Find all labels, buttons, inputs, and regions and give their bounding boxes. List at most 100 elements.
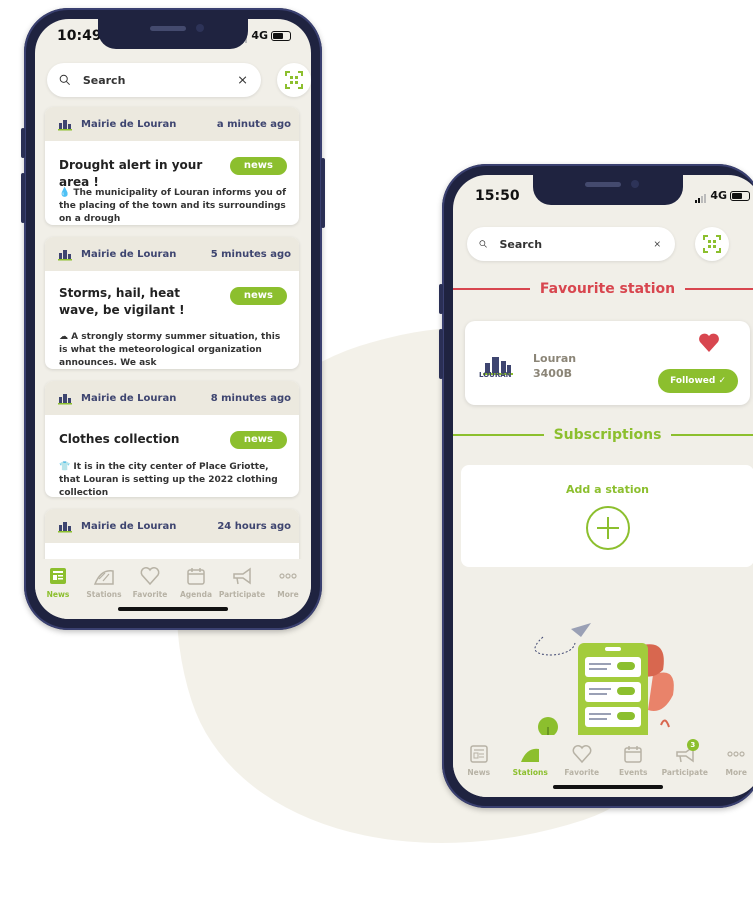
card-header: Mairie de Louran 8 minutes ago bbox=[45, 381, 299, 415]
tab-bar: News Stations Favorite Agenda Participat… bbox=[35, 565, 311, 599]
card-time: a minute ago bbox=[216, 118, 291, 130]
tab-stations[interactable]: Stations bbox=[508, 743, 552, 777]
tab-news[interactable]: News bbox=[457, 743, 501, 777]
station-code: 3400B bbox=[533, 367, 572, 380]
card-header: Mairie de Louran 5 minutes ago bbox=[45, 237, 299, 271]
search-bar[interactable] bbox=[47, 63, 261, 97]
card-title: Storms, hail, heat wave, be vigilant ! bbox=[59, 286, 185, 317]
news-tag: news bbox=[229, 431, 287, 449]
clear-icon[interactable] bbox=[654, 237, 661, 251]
card-title: Clothes collection bbox=[59, 432, 180, 446]
news-tag: news bbox=[229, 157, 287, 175]
screen: 10:49 ➚ 4G Mairie de Louran a minute ago bbox=[35, 19, 311, 619]
tab-stations[interactable]: Stations bbox=[82, 565, 126, 599]
home-indicator[interactable] bbox=[118, 607, 228, 611]
tab-label: Participate bbox=[661, 768, 708, 777]
calendar-icon bbox=[187, 568, 205, 585]
screen: 15:50 4G Favourite station LOURAN bbox=[453, 175, 753, 797]
subscriptions-title: Subscriptions bbox=[553, 427, 662, 443]
card-source: Mairie de Louran bbox=[81, 392, 177, 404]
subscriptions-header: Subscriptions bbox=[453, 427, 753, 443]
phone-illustration bbox=[534, 623, 674, 745]
notch bbox=[532, 175, 683, 205]
followed-button[interactable]: Followed ✓ bbox=[658, 369, 738, 393]
tab-news[interactable]: News bbox=[36, 565, 80, 599]
card-time: 24 hours ago bbox=[217, 520, 291, 532]
qr-scan-icon bbox=[285, 71, 303, 89]
tab-events[interactable]: Events bbox=[611, 743, 655, 777]
town-logo-icon bbox=[58, 250, 72, 261]
status-time: 15:50 bbox=[475, 188, 520, 204]
newspaper-icon bbox=[470, 745, 488, 763]
tab-label: Stations bbox=[86, 590, 122, 599]
qr-scan-button[interactable] bbox=[277, 63, 311, 97]
newspaper-icon bbox=[50, 568, 66, 584]
card-source: Mairie de Louran bbox=[81, 118, 177, 130]
network-label: 4G bbox=[251, 29, 268, 42]
favourite-header: Favourite station bbox=[453, 281, 753, 297]
card-source: Mairie de Louran bbox=[81, 520, 177, 532]
search-input[interactable] bbox=[80, 72, 238, 88]
tab-label: Stations bbox=[512, 768, 548, 777]
search-icon bbox=[479, 240, 487, 248]
news-card[interactable]: Mairie de Louran a minute ago Drought al… bbox=[45, 107, 299, 225]
favourite-station-card[interactable]: LOURAN Louran 3400B Followed ✓ bbox=[465, 321, 750, 405]
tab-label: Participate bbox=[218, 590, 266, 599]
card-body: 💧 The municipality of Louran informs you… bbox=[59, 188, 287, 224]
search-bar[interactable] bbox=[467, 227, 675, 261]
clear-icon[interactable] bbox=[238, 73, 247, 87]
tab-label: More bbox=[277, 590, 299, 599]
battery-icon bbox=[271, 31, 291, 41]
card-body: 👕 It is in the city center of Place Grio… bbox=[59, 462, 278, 497]
news-card[interactable]: Mairie de Louran 5 minutes ago Storms, h… bbox=[45, 237, 299, 369]
qr-scan-icon bbox=[703, 235, 721, 253]
logo-text: LOURAN bbox=[479, 371, 512, 379]
card-header: Mairie de Louran a minute ago bbox=[45, 107, 299, 141]
plus-circle-icon[interactable] bbox=[585, 505, 631, 551]
tab-agenda[interactable]: Agenda bbox=[174, 565, 218, 599]
card-title: Drought alert in your area ! bbox=[59, 158, 203, 189]
tab-favorite[interactable]: Favorite bbox=[560, 743, 604, 777]
search-input[interactable] bbox=[497, 236, 655, 252]
card-header: Mairie de Louran 24 hours ago bbox=[45, 509, 299, 543]
notch bbox=[98, 19, 248, 49]
card-time: 8 minutes ago bbox=[210, 392, 291, 404]
news-tag: news bbox=[229, 287, 287, 305]
heart-filled-icon[interactable] bbox=[698, 333, 720, 353]
tab-favorite[interactable]: Favorite bbox=[128, 565, 172, 599]
town-logo-icon bbox=[58, 394, 72, 405]
station-name-label: Louran bbox=[533, 352, 577, 365]
home-indicator[interactable] bbox=[552, 785, 663, 789]
tab-more[interactable]: More bbox=[714, 743, 753, 777]
heart-icon bbox=[572, 745, 592, 764]
tab-label: More bbox=[725, 768, 747, 777]
card-source: Mairie de Louran bbox=[81, 248, 177, 260]
tab-participate[interactable]: Participate bbox=[218, 565, 266, 599]
status-network: 4G bbox=[695, 189, 750, 203]
network-label: 4G bbox=[710, 189, 727, 202]
status-time: 10:49 bbox=[57, 28, 102, 44]
qr-scan-button[interactable] bbox=[695, 227, 729, 261]
tab-label: Agenda bbox=[179, 590, 213, 599]
heart-icon bbox=[140, 567, 160, 586]
station-name: Louran 3400B bbox=[533, 351, 576, 381]
phone-stations: 15:50 4G Favourite station LOURAN bbox=[439, 164, 753, 808]
tab-more[interactable]: More bbox=[266, 565, 310, 599]
tab-label: Favorite bbox=[564, 768, 600, 777]
tab-label: Events bbox=[619, 768, 648, 777]
notification-badge: 3 bbox=[686, 739, 699, 751]
tab-participate[interactable]: 3 Participate bbox=[661, 739, 708, 777]
town-logo-icon bbox=[58, 522, 72, 533]
add-station-card[interactable]: Add a station bbox=[461, 465, 753, 567]
station-icon bbox=[521, 748, 540, 762]
news-card[interactable]: Mairie de Louran 8 minutes ago Clothes c… bbox=[45, 381, 299, 497]
card-body: ☁ A strongly stormy summer situation, th… bbox=[59, 332, 281, 368]
station-icon bbox=[93, 570, 114, 585]
tab-label: Favorite bbox=[132, 590, 168, 599]
tab-label: News bbox=[46, 590, 70, 599]
add-station-label: Add a station bbox=[566, 483, 649, 496]
favourite-title: Favourite station bbox=[539, 281, 676, 297]
more-icon bbox=[279, 573, 297, 579]
search-icon bbox=[59, 74, 70, 86]
card-time: 5 minutes ago bbox=[210, 248, 291, 260]
